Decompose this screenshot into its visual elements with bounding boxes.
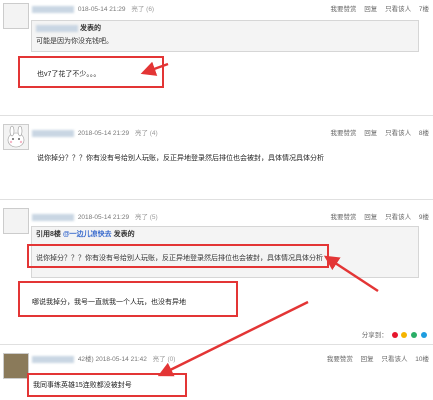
avatar[interactable] [3,208,29,234]
floor-number: 8楼 [418,130,429,137]
post-date: 2018-05-14 21:42 [95,356,147,363]
post-floor-9: 2018-05-14 21:29 亮了 (5) 我要赞赏 回复 只看该人 9楼 … [0,205,433,345]
post-floor-7: 018-05-14 21:29 亮了 (6) 我要赞赏 回复 只看该人 7楼 发… [0,0,433,116]
quote-block: 发表的 可能是因为你没充钱吧。 [31,20,419,52]
post-meta: 42楼) 2018-05-14 21:42 亮了 (0) [32,353,175,363]
post-date: 2018-05-14 21:29 [77,214,130,221]
share-label: 分享到： [361,332,388,339]
floor-number: 7楼 [418,6,429,13]
qq-share-icon[interactable] [421,332,427,339]
like-button[interactable]: 亮了 (0) [153,356,176,363]
quote-text: 可能是因为你没充钱吧。 [36,38,113,45]
post-floor-10: 42楼) 2018-05-14 21:42 亮了 (0) 我要赞赏 回复 只看该… [0,350,433,400]
share-bar: 分享到： [362,329,427,339]
only-this-user-button[interactable]: 只看该人 [385,6,411,13]
post-meta: 018-05-14 21:29 亮了 (6) [32,3,154,13]
wechat-share-icon[interactable] [411,332,418,339]
quoted-username-blurred [36,24,78,32]
annotation-box [27,244,329,268]
quote-header: 发表的 [80,25,101,32]
reply-button[interactable]: 回复 [364,6,377,13]
qzone-share-icon[interactable] [401,332,408,339]
floor-number: 10楼 [415,356,429,363]
post-actions: 我要赞赏 回复 只看该人 7楼 [324,3,429,13]
post-date: 2018-05-14 21:29 [77,130,130,137]
post-meta: 2018-05-14 21:29 亮了 (4) [32,127,158,137]
reply-button[interactable]: 回复 [364,214,377,221]
post-actions: 我要赞赏 回复 只看该人 10楼 [321,353,429,363]
only-this-user-button[interactable]: 只看该人 [381,356,407,363]
post-meta: 2018-05-14 21:29 亮了 (5) [32,211,158,221]
annotation-box [27,373,187,397]
avatar[interactable] [3,353,29,379]
username-blurred[interactable] [32,355,74,363]
post-date-prefix: 42楼) [77,356,94,363]
post-actions: 我要赞赏 回复 只看该人 8楼 [324,127,429,137]
like-button[interactable]: 亮了 (5) [135,214,158,221]
cartoon-rabbit-icon [7,125,25,148]
only-this-user-button[interactable]: 只看该人 [385,130,411,137]
like-button[interactable]: 亮了 (4) [135,130,158,137]
avatar[interactable] [3,3,29,29]
like-button[interactable]: 亮了 (6) [131,6,154,13]
reply-button[interactable]: 回复 [361,356,374,363]
annotation-box [18,56,164,88]
reply-button[interactable]: 回复 [364,130,377,137]
reward-button[interactable]: 我要赞赏 [330,130,356,137]
reply-text: 说你掉分？？？你有没有号给别人玩账，反正异地登录然后排位也会被封，具体情况具体分… [37,155,324,162]
reward-button[interactable]: 我要赞赏 [330,6,356,13]
avatar[interactable] [3,124,29,150]
username-blurred[interactable] [32,129,74,137]
weibo-share-icon[interactable] [391,332,398,339]
only-this-user-button[interactable]: 只看该人 [385,214,411,221]
username-blurred[interactable] [32,5,74,13]
quoted-user-link[interactable]: @一边儿凉快去 [63,231,112,238]
post-actions: 我要赞赏 回复 只看该人 9楼 [324,211,429,221]
reward-button[interactable]: 我要赞赏 [327,356,353,363]
quote-header: 发表的 [113,231,135,238]
post-floor-8: 2018-05-14 21:29 亮了 (4) 我要赞赏 回复 只看该人 8楼 … [0,121,433,200]
reward-button[interactable]: 我要赞赏 [330,214,356,221]
username-blurred[interactable] [32,213,74,221]
quote-prefix: 引用8楼 [36,231,61,238]
floor-number: 9楼 [418,214,429,221]
post-date: 018-05-14 21:29 [77,6,126,13]
annotation-box [18,281,238,317]
